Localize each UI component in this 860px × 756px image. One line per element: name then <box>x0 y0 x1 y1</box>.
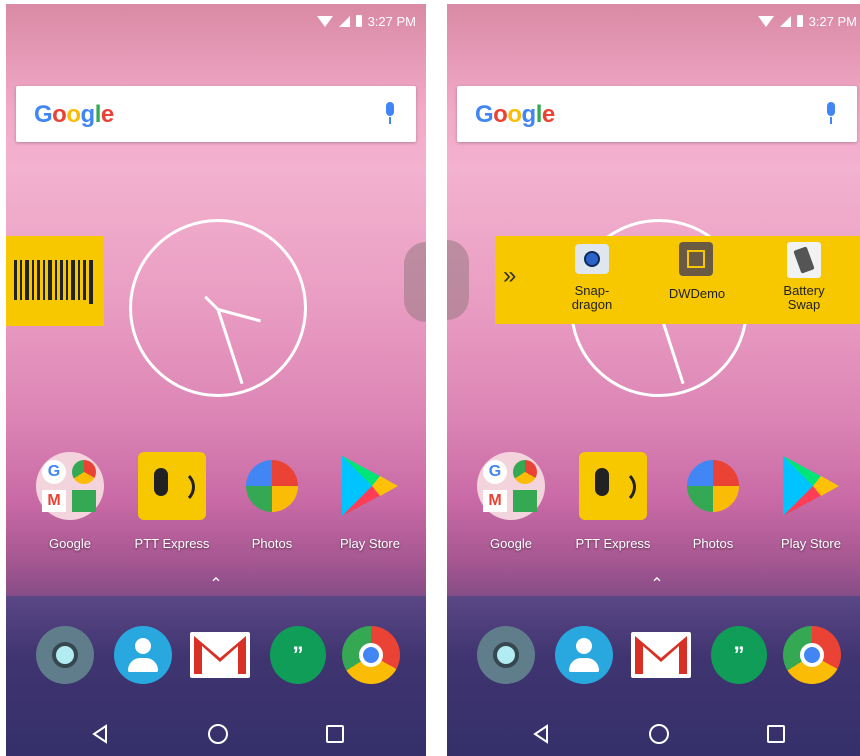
play-store-icon[interactable] <box>777 452 845 520</box>
ptt-express-icon[interactable] <box>138 452 206 520</box>
contacts-icon[interactable] <box>114 626 172 684</box>
google-search-bar[interactable]: Google <box>16 86 416 142</box>
phone-screen-left: 3:27 PM Google G M Google PTT Express Ph… <box>6 4 426 756</box>
signal-icon <box>338 15 350 27</box>
status-time: 3:27 PM <box>808 13 857 29</box>
shortcut-label-snapdragon: Snap- dragon <box>571 283 613 312</box>
clock-hour-hand <box>217 308 261 323</box>
photos-icon[interactable] <box>679 452 747 520</box>
shortcut-label-battery-swap: Battery Swap <box>783 283 825 312</box>
scan-widget[interactable] <box>6 236 104 326</box>
snapdragon-icon[interactable] <box>575 244 609 274</box>
google-logo: Google <box>475 101 555 128</box>
google-folder-icon[interactable]: G M <box>477 452 545 520</box>
signal-icon <box>779 15 791 27</box>
app-label-photos: Photos <box>692 536 734 551</box>
app-label-google: Google <box>490 536 532 551</box>
edge-panel-handle[interactable] <box>447 240 469 320</box>
settings-icon[interactable] <box>36 626 94 684</box>
shortcut-label-dwdemo: DWDemo <box>668 286 726 301</box>
app-label-play-store: Play Store <box>340 536 400 551</box>
collapse-chevron-icon[interactable]: » <box>503 262 516 290</box>
clock-minute-hand <box>216 309 244 385</box>
app-label-google: Google <box>49 536 91 551</box>
hangouts-icon[interactable]: ” <box>270 626 326 684</box>
home-icon[interactable] <box>208 724 228 744</box>
app-label-ptt-express: PTT Express <box>134 536 210 551</box>
gmail-icon[interactable] <box>631 632 691 678</box>
back-icon[interactable] <box>531 724 551 744</box>
barcode-icon <box>14 260 93 304</box>
recents-icon[interactable] <box>767 725 785 743</box>
clock-second-hand <box>204 295 220 311</box>
settings-icon[interactable] <box>477 626 535 684</box>
contacts-icon[interactable] <box>555 626 613 684</box>
google-logo: Google <box>34 101 114 128</box>
wifi-icon <box>316 15 333 27</box>
battery-icon <box>355 15 362 27</box>
gmail-icon[interactable] <box>190 632 250 678</box>
analog-clock-widget[interactable] <box>129 219 307 397</box>
hangouts-icon[interactable]: ” <box>711 626 767 684</box>
ptt-express-icon[interactable] <box>579 452 647 520</box>
recents-icon[interactable] <box>326 725 344 743</box>
status-bar: 3:27 PM <box>757 12 857 30</box>
app-label-ptt-express: PTT Express <box>575 536 651 551</box>
gmail-envelope-shape <box>194 636 246 674</box>
dwdemo-icon[interactable] <box>679 242 713 276</box>
gmail-envelope-shape <box>635 636 687 674</box>
play-store-icon[interactable] <box>336 452 404 520</box>
wifi-icon <box>757 15 774 27</box>
navigation-bar <box>6 712 426 756</box>
app-label-play-store: Play Store <box>781 536 841 551</box>
navigation-bar <box>447 712 860 756</box>
play-store-icon-graphic <box>342 456 398 516</box>
status-time: 3:27 PM <box>367 13 416 29</box>
play-store-icon-graphic <box>783 456 839 516</box>
app-label-photos: Photos <box>251 536 293 551</box>
edge-panel-handle[interactable] <box>404 242 426 322</box>
mic-icon[interactable] <box>825 102 837 128</box>
google-folder-icon[interactable]: G M <box>36 452 104 520</box>
shortcut-panel: » Snap- dragon DWDemo Battery Swap <box>495 236 860 324</box>
battery-swap-icon[interactable] <box>787 242 821 278</box>
battery-icon <box>796 15 803 27</box>
status-bar: 3:27 PM <box>316 12 416 30</box>
google-search-bar[interactable]: Google <box>457 86 857 142</box>
home-icon[interactable] <box>649 724 669 744</box>
phone-screen-right: 3:27 PM Google » Snap- dragon DWDemo Bat… <box>447 4 860 756</box>
back-icon[interactable] <box>90 724 110 744</box>
mic-icon[interactable] <box>384 102 396 128</box>
photos-icon[interactable] <box>238 452 306 520</box>
chrome-icon[interactable] <box>342 626 400 684</box>
chrome-icon[interactable] <box>783 626 841 684</box>
